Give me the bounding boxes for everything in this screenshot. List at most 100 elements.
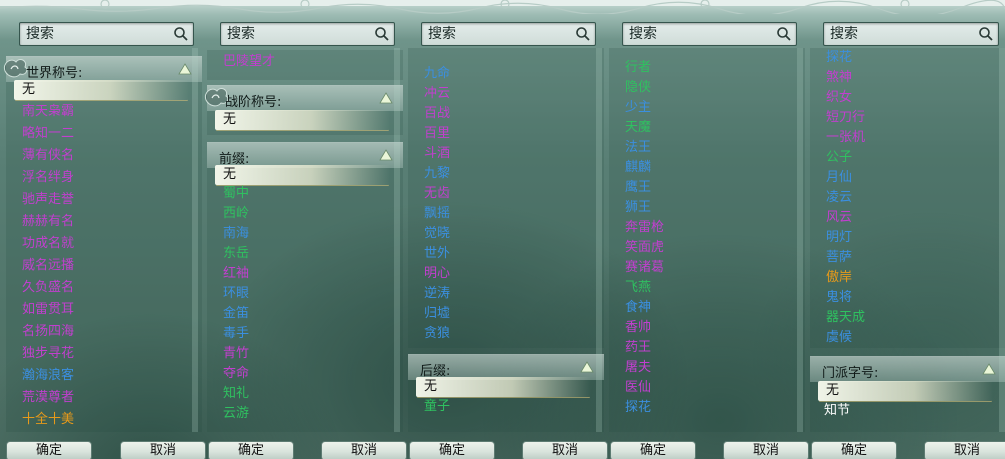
list-item[interactable]: 青竹	[223, 344, 249, 364]
list-item[interactable]: 飘摇	[424, 204, 450, 224]
search-icon[interactable]	[978, 26, 994, 42]
collapse-triangle-icon[interactable]	[580, 361, 594, 373]
list-item[interactable]: 蜀中	[223, 184, 249, 204]
list-item[interactable]: 名扬四海	[22, 322, 74, 342]
list-item[interactable]: 知礼	[223, 384, 249, 404]
confirm-button[interactable]: 确定	[811, 441, 897, 459]
selected-row[interactable]: 无	[215, 110, 390, 130]
collapse-triangle-icon[interactable]	[178, 63, 192, 75]
list-item[interactable]: 九黎	[424, 164, 450, 184]
search-input[interactable]	[623, 23, 773, 45]
list-item[interactable]: 器天成	[826, 308, 865, 328]
search-icon[interactable]	[374, 26, 390, 42]
list-item[interactable]: 浮名绊身	[22, 168, 74, 188]
list-item[interactable]: 巴陵望才	[223, 52, 275, 72]
list-item[interactable]: 隐侠	[625, 78, 651, 98]
list-item[interactable]: 红袖	[223, 264, 249, 284]
list-item[interactable]: 奔雷枪	[625, 218, 664, 238]
list-item[interactable]: 觉晓	[424, 224, 450, 244]
search-box[interactable]	[622, 22, 797, 46]
list-item[interactable]: 赫赫有名	[22, 212, 74, 232]
confirm-button[interactable]: 确定	[208, 441, 294, 459]
list-item[interactable]: 环眼	[223, 284, 249, 304]
list-item[interactable]: 百战	[424, 104, 450, 124]
list-item[interactable]: 法王	[625, 138, 651, 158]
selected-row[interactable]: 无	[14, 80, 189, 100]
search-icon[interactable]	[173, 26, 189, 42]
list-item[interactable]: 功成名就	[22, 234, 74, 254]
list-item[interactable]: 童子	[424, 397, 450, 417]
list-item[interactable]: 十全十美	[22, 410, 74, 430]
list-item[interactable]: 无齿	[424, 184, 450, 204]
search-icon[interactable]	[776, 26, 792, 42]
list-item[interactable]: 药王	[625, 338, 651, 358]
list-item[interactable]: 香帅	[625, 318, 651, 338]
list-item[interactable]: 麒麟	[625, 158, 651, 178]
list-item[interactable]: 天魔	[625, 118, 651, 138]
list-item[interactable]: 傲岸	[826, 268, 852, 288]
list-item[interactable]: 短刀行	[826, 108, 865, 128]
list-item[interactable]: 世外	[424, 244, 450, 264]
list-item[interactable]: 云游	[223, 404, 249, 424]
search-box[interactable]	[823, 22, 999, 46]
sect-title-header[interactable]: 门派字号:	[810, 356, 1005, 382]
search-box[interactable]	[19, 22, 194, 46]
list-item[interactable]: 探花	[625, 398, 651, 418]
list-item[interactable]: 风云	[826, 208, 852, 228]
collapse-triangle-icon[interactable]	[379, 92, 393, 104]
collapse-triangle-icon[interactable]	[982, 363, 996, 375]
list-item[interactable]: 菩萨	[826, 248, 852, 268]
confirm-button[interactable]: 确定	[6, 441, 92, 459]
list-item[interactable]: 笑面虎	[625, 238, 664, 258]
selected-row[interactable]: 无	[818, 381, 993, 401]
list-item[interactable]: 鹰王	[625, 178, 651, 198]
list-item[interactable]: 久负盛名	[22, 278, 74, 298]
scrollbar[interactable]	[394, 48, 400, 432]
list-item[interactable]: 凌云	[826, 188, 852, 208]
search-input[interactable]	[221, 23, 371, 45]
search-box[interactable]	[421, 22, 596, 46]
list-item[interactable]: 东岳	[223, 244, 249, 264]
list-item[interactable]: 逆涛	[424, 284, 450, 304]
cancel-button[interactable]: 取消	[522, 441, 608, 459]
list-item[interactable]: 略知一二	[22, 124, 74, 144]
list-item[interactable]: 南天枭霸	[22, 102, 74, 122]
list-item[interactable]: 威名远播	[22, 256, 74, 276]
selected-row[interactable]: 无	[416, 377, 591, 397]
search-icon[interactable]	[575, 26, 591, 42]
list-item[interactable]: 百里	[424, 124, 450, 144]
scrollbar[interactable]	[596, 48, 602, 432]
list-item[interactable]: 狮王	[625, 198, 651, 218]
cancel-button[interactable]: 取消	[321, 441, 407, 459]
list-item[interactable]: 月仙	[826, 168, 852, 188]
list-item[interactable]: 金笛	[223, 304, 249, 324]
rank-title-header[interactable]: 战阶称号:	[204, 85, 403, 111]
list-item[interactable]: 飞燕	[625, 278, 651, 298]
list-item[interactable]: 织女	[826, 88, 852, 108]
list-item[interactable]: 斗酒	[424, 144, 450, 164]
collapse-triangle-icon[interactable]	[379, 149, 393, 161]
cancel-button[interactable]: 取消	[723, 441, 809, 459]
search-input[interactable]	[20, 23, 170, 45]
cancel-button[interactable]: 取消	[924, 441, 1005, 459]
confirm-button[interactable]: 确定	[610, 441, 696, 459]
list-item[interactable]: 九命	[424, 64, 450, 84]
list-item[interactable]: 如雷贯耳	[22, 300, 74, 320]
selected-row[interactable]: 无	[215, 165, 390, 185]
list-item[interactable]: 荒漠尊者	[22, 388, 74, 408]
list-item[interactable]: 医仙	[625, 378, 651, 398]
list-item[interactable]: 少主	[625, 98, 651, 118]
list-item[interactable]: 南海	[223, 224, 249, 244]
list-item[interactable]: 归墟	[424, 304, 450, 324]
list-item[interactable]: 探花	[826, 48, 852, 68]
list-item[interactable]: 独步寻花	[22, 344, 74, 364]
search-input[interactable]	[824, 23, 974, 45]
scrollbar[interactable]	[797, 48, 803, 432]
cancel-button[interactable]: 取消	[120, 441, 206, 459]
list-item[interactable]: 薄有侠名	[22, 146, 74, 166]
list-item[interactable]: 冲云	[424, 84, 450, 104]
list-item[interactable]: 鬼将	[826, 288, 852, 308]
list-item[interactable]: 夺命	[223, 364, 249, 384]
list-item[interactable]: 贪狼	[424, 324, 450, 344]
list-item[interactable]: 虞候	[826, 328, 852, 348]
